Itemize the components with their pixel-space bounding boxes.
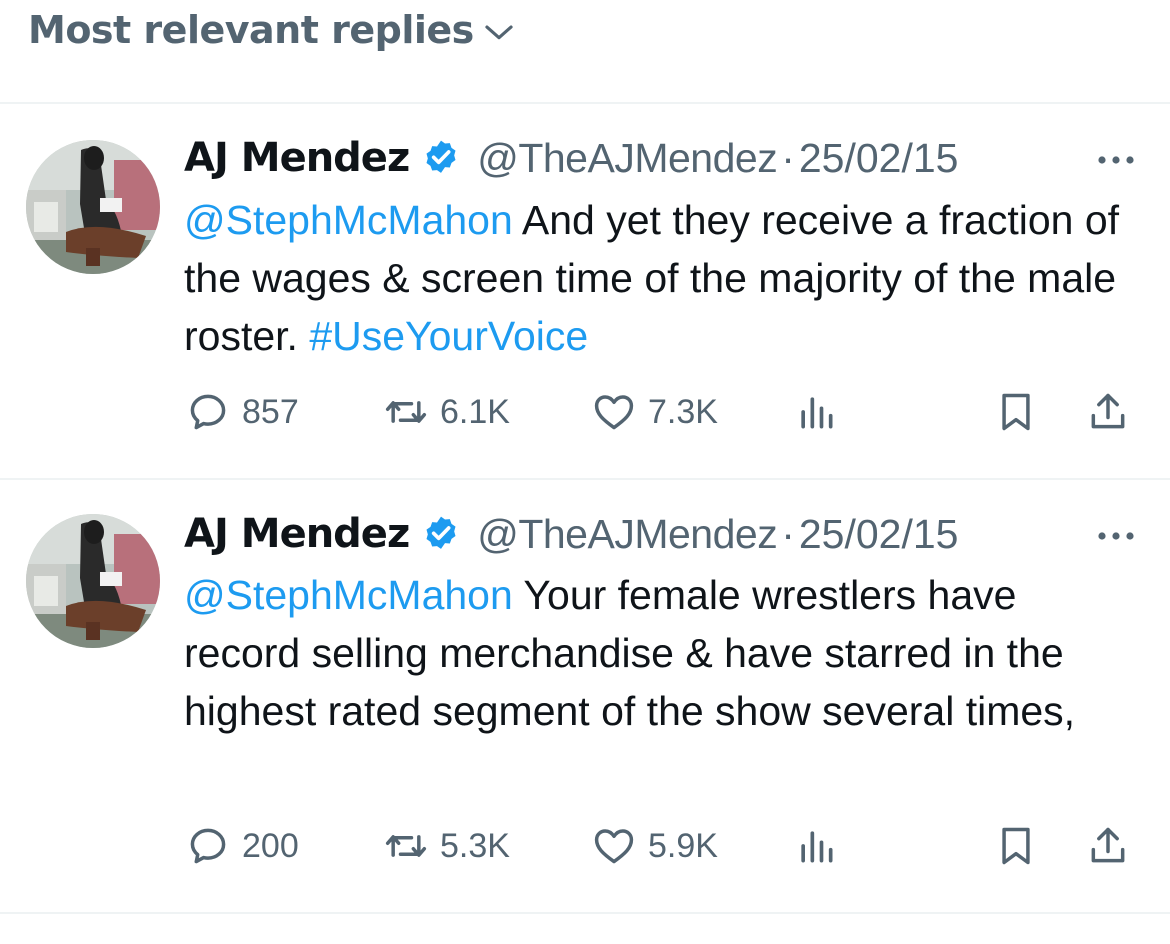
separator-dot: · [781,134,795,181]
mention-link[interactable]: @StephMcMahon [184,197,513,243]
display-name[interactable]: AJ Mendez [184,511,410,557]
share-button[interactable] [1086,822,1130,870]
reply-icon [190,828,226,864]
views-button[interactable] [794,388,838,436]
reply-count: 200 [242,826,299,865]
repost-button[interactable]: 6.1K [384,388,510,436]
separator-dot: · [781,510,795,557]
like-button[interactable]: 5.9K [592,822,718,870]
repost-count: 5.3K [440,826,510,865]
like-button[interactable]: 7.3K [592,388,718,436]
views-button[interactable] [794,822,838,870]
avatar[interactable] [26,514,160,648]
more-icon[interactable] [1094,150,1138,170]
like-count: 5.9K [648,826,718,865]
bookmark-button[interactable] [994,388,1038,436]
hashtag-link[interactable]: #UseYourVoice [309,313,588,359]
heart-icon [594,395,634,430]
like-count: 7.3K [648,392,718,431]
display-name[interactable]: AJ Mendez [184,135,410,181]
tweet-text: @StephMcMahon And yet they receive a fra… [184,191,1144,365]
bookmark-icon [1002,827,1030,865]
reply-count: 857 [242,392,299,431]
share-icon [1091,827,1125,863]
timestamp[interactable]: 25/02/15 [799,511,959,558]
share-icon [1091,393,1125,429]
verified-badge-icon [426,140,456,173]
tweet-actions: 200 5.3K 5.9K [186,822,1138,870]
divider [0,912,1170,914]
reply-button[interactable]: 200 [186,822,299,870]
sort-label: Most relevant replies [28,8,474,52]
mention-link[interactable]: @StephMcMahon [184,572,513,618]
chevron-down-icon [485,25,513,40]
share-button[interactable] [1086,388,1130,436]
tweet-actions: 857 6.1K 7.3K [186,388,1138,436]
repost-button[interactable]: 5.3K [384,822,510,870]
repost-icon [385,401,427,423]
reply-tweet[interactable]: AJ Mendez @TheAJMendez · 25/02/15 @Steph… [0,480,1170,912]
heart-icon [594,829,634,864]
more-icon[interactable] [1094,526,1138,546]
bookmark-icon [1002,393,1030,431]
reply-tweet[interactable]: AJ Mendez @TheAJMendez · 25/02/15 @Steph… [0,104,1170,478]
repost-icon [385,835,427,857]
tweet-header: AJ Mendez @TheAJMendez · 25/02/15 [184,132,958,184]
tweet-header: AJ Mendez @TheAJMendez · 25/02/15 [184,508,958,560]
verified-badge-icon [426,516,456,549]
bookmark-button[interactable] [994,822,1038,870]
reply-icon [190,394,226,430]
reply-button[interactable]: 857 [186,388,299,436]
sort-replies-dropdown[interactable]: Most relevant replies [28,8,516,52]
user-handle[interactable]: @TheAJMendez [477,135,777,182]
repost-count: 6.1K [440,392,510,431]
views-icon [801,831,833,863]
views-icon [801,397,833,429]
user-handle[interactable]: @TheAJMendez [477,511,777,558]
avatar[interactable] [26,140,160,274]
tweet-text: @StephMcMahon Your female wrestlers have… [184,566,1144,740]
timestamp[interactable]: 25/02/15 [799,135,959,182]
